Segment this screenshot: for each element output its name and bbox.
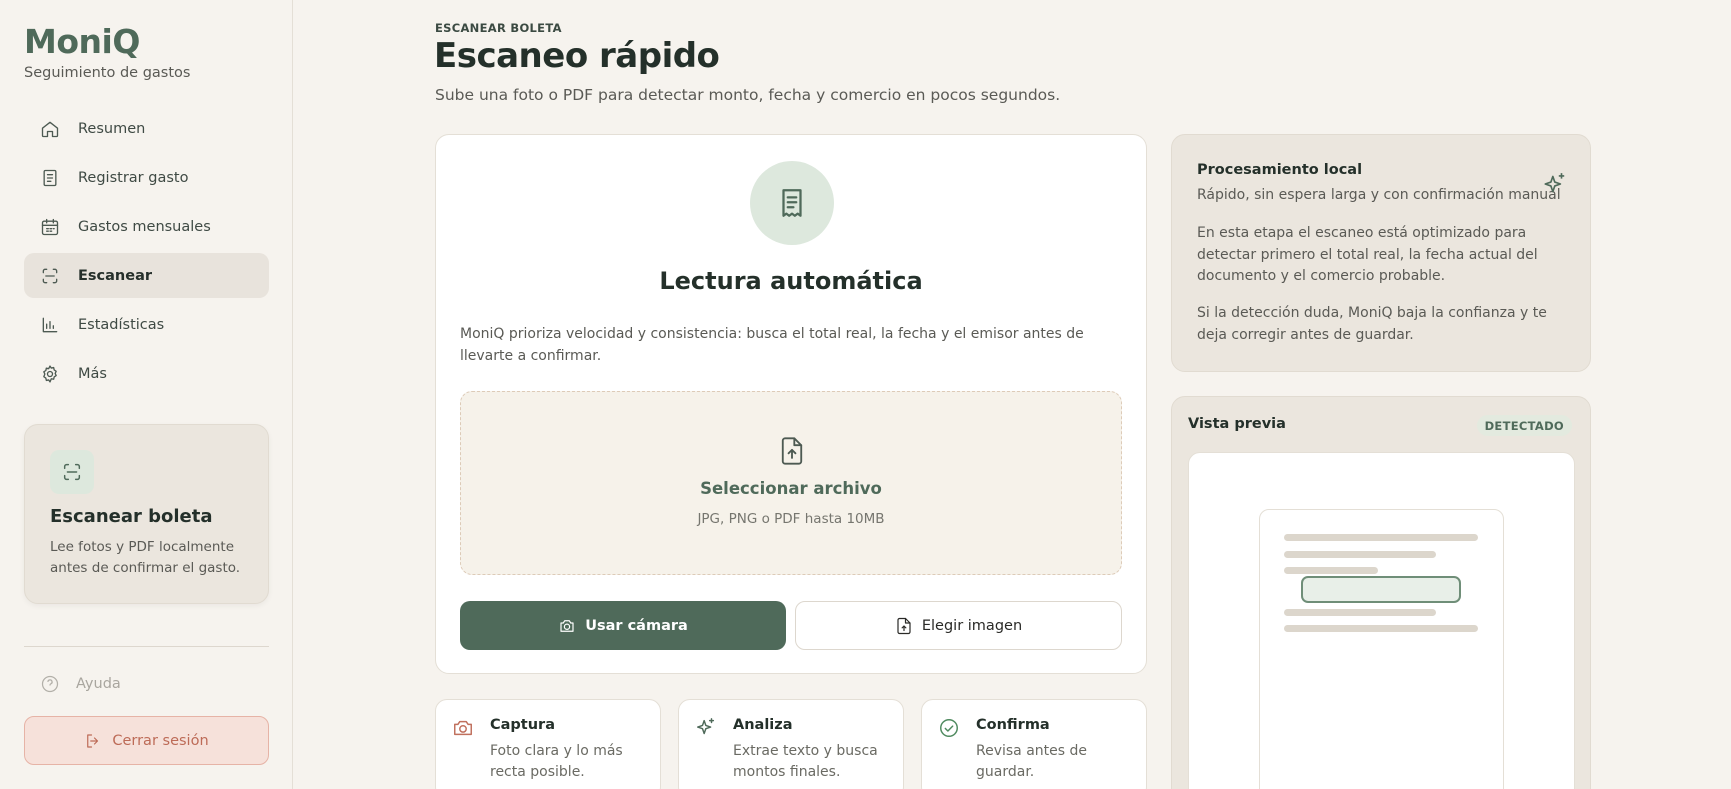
sidebar-divider bbox=[24, 646, 269, 647]
page-title: Escaneo rápido bbox=[434, 36, 720, 76]
receipt-line bbox=[1284, 609, 1436, 616]
camera-icon bbox=[560, 619, 574, 632]
receipt-line bbox=[1284, 551, 1436, 558]
page-subtitle: Sube una foto o PDF para detectar monto,… bbox=[435, 86, 1061, 104]
breadcrumb: ESCANEAR BOLETA bbox=[435, 21, 562, 35]
home-icon bbox=[41, 121, 59, 137]
step-capture: Captura Foto clara y lo más recta posibl… bbox=[435, 699, 661, 789]
sidebar-item-label: Más bbox=[78, 365, 107, 382]
detected-total-highlight bbox=[1301, 576, 1461, 603]
status-badge: DETECTADO bbox=[1476, 415, 1572, 436]
sparkle-icon bbox=[1542, 171, 1568, 197]
help-label: Ayuda bbox=[76, 676, 121, 692]
help-icon bbox=[41, 675, 59, 693]
sidebar-item-label: Estadísticas bbox=[78, 316, 165, 333]
file-upload-icon bbox=[778, 436, 806, 466]
promo-title: Escanear boleta bbox=[50, 506, 213, 527]
scan-icon bbox=[42, 268, 58, 283]
sidebar-item-registrar-gasto[interactable]: Registrar gasto bbox=[24, 155, 269, 200]
use-camera-label: Usar cámara bbox=[585, 617, 688, 634]
receipt-line bbox=[1284, 567, 1378, 574]
sidebar-item-resumen[interactable]: Resumen bbox=[24, 106, 269, 151]
bar-chart-icon bbox=[42, 317, 58, 332]
preview-title: Vista previa bbox=[1188, 416, 1286, 432]
file-upload-icon bbox=[897, 617, 911, 634]
help-link[interactable]: Ayuda bbox=[40, 674, 121, 694]
sidebar-item-label: Registrar gasto bbox=[78, 169, 189, 186]
choose-image-button[interactable]: Elegir imagen bbox=[795, 601, 1122, 650]
sidebar-item-mas[interactable]: Más bbox=[24, 351, 269, 396]
sidebar-item-label: Resumen bbox=[78, 120, 146, 137]
scan-card-description: MoniQ prioriza velocidad y consistencia:… bbox=[460, 326, 1084, 364]
step-title: Captura bbox=[490, 717, 555, 733]
receipt-preview bbox=[1259, 509, 1504, 789]
receipt-icon bbox=[43, 169, 57, 186]
use-camera-button[interactable]: Usar cámara bbox=[460, 601, 786, 650]
info-paragraph: Si la detección duda, MoniQ baja la conf… bbox=[1197, 305, 1547, 343]
scan-card: Lectura automática MoniQ prioriza veloci… bbox=[435, 134, 1147, 674]
calendar-icon bbox=[41, 218, 59, 235]
step-description: Revisa antes de guardar. bbox=[976, 743, 1088, 780]
sidebar-item-label: Escanear bbox=[78, 267, 153, 284]
step-title: Analiza bbox=[733, 717, 793, 733]
select-file-label[interactable]: Seleccionar archivo bbox=[461, 479, 1121, 498]
scan-card-title: Lectura automática bbox=[659, 267, 923, 295]
scan-promo-card[interactable]: Escanear boleta Lee fotos y PDF localmen… bbox=[24, 424, 269, 604]
sidebar-item-label: Gastos mensuales bbox=[78, 218, 211, 235]
logout-button[interactable]: Cerrar sesión bbox=[24, 716, 269, 765]
info-title: Procesamiento local bbox=[1197, 162, 1363, 178]
step-description: Foto clara y lo más recta posible. bbox=[490, 743, 623, 780]
app-logo[interactable]: MoniQ bbox=[24, 22, 140, 61]
preview-frame bbox=[1188, 452, 1575, 789]
sidebar: MoniQ Seguimiento de gastos Resumen Regi… bbox=[0, 0, 293, 789]
info-subtitle: Rápido, sin espera larga y con confirmac… bbox=[1197, 187, 1561, 203]
sidebar-item-estadisticas[interactable]: Estadísticas bbox=[24, 302, 269, 347]
scan-icon bbox=[50, 450, 94, 494]
file-dropzone[interactable]: Seleccionar archivo JPG, PNG o PDF hasta… bbox=[460, 391, 1122, 575]
gear-icon bbox=[43, 364, 57, 383]
step-title: Confirma bbox=[976, 717, 1050, 733]
step-description: Extrae texto y busca montos finales. bbox=[733, 743, 878, 780]
info-paragraph: En esta etapa el escaneo está optimizado… bbox=[1197, 225, 1538, 284]
app-tagline: Seguimiento de gastos bbox=[24, 65, 191, 81]
step-confirm: Confirma Revisa antes de guardar. bbox=[921, 699, 1147, 789]
file-types-hint: JPG, PNG o PDF hasta 10MB bbox=[697, 511, 885, 527]
local-processing-card: Procesamiento local Rápido, sin espera l… bbox=[1171, 134, 1591, 372]
preview-card: Vista previa DETECTADO bbox=[1171, 396, 1591, 789]
sparkle-icon bbox=[697, 718, 715, 735]
document-icon bbox=[750, 161, 834, 245]
choose-image-label: Elegir imagen bbox=[921, 617, 1023, 634]
camera-icon bbox=[454, 720, 472, 736]
sidebar-item-gastos-mensuales[interactable]: Gastos mensuales bbox=[24, 204, 269, 249]
logout-label: Cerrar sesión bbox=[112, 732, 209, 749]
promo-description: Lee fotos y PDF localmente antes de conf… bbox=[50, 539, 241, 576]
sidebar-item-escanear[interactable]: Escanear bbox=[24, 253, 269, 298]
logout-icon bbox=[87, 733, 99, 748]
receipt-line bbox=[1284, 625, 1478, 632]
receipt-line bbox=[1284, 534, 1478, 541]
step-analyze: Analiza Extrae texto y busca montos fina… bbox=[678, 699, 904, 789]
sidebar-nav: Resumen Registrar gasto Gastos mensuales… bbox=[24, 106, 269, 400]
check-circle-icon bbox=[940, 719, 958, 737]
